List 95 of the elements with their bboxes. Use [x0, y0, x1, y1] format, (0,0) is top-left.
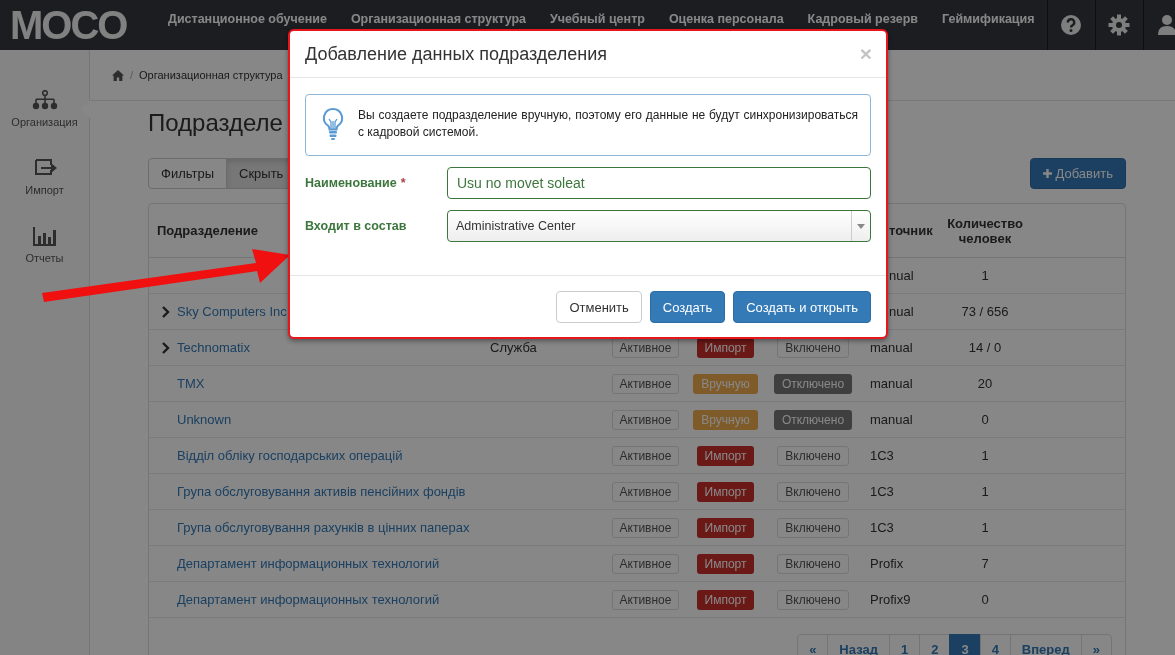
origin-badge: Импорт: [696, 589, 755, 610]
nav-item[interactable]: Геймификация: [930, 12, 1047, 27]
nav-item[interactable]: Учебный центр: [538, 12, 657, 27]
page-button[interactable]: «: [797, 634, 829, 655]
origin-badge: Вручную: [693, 409, 758, 430]
sync-badge: Отключено: [773, 409, 853, 430]
count-text: 1: [981, 520, 989, 535]
field-label: Входит в состав: [305, 219, 407, 233]
sync-badge: Включено: [777, 337, 849, 358]
help-icon[interactable]: [1060, 14, 1082, 36]
sync-badge: Включено: [777, 445, 849, 466]
source-text: manual: [870, 412, 913, 427]
import-icon: [32, 158, 57, 178]
department-link[interactable]: Департамент информационных технологий: [177, 592, 440, 607]
state-badge: Активное: [611, 517, 680, 538]
state-badge: Активное: [611, 445, 680, 466]
department-link[interactable]: Unknown: [177, 412, 232, 427]
source-text: Profix: [870, 556, 904, 571]
sidebar-item[interactable]: Организация: [0, 90, 89, 158]
parent-select[interactable]: Administrative Center: [447, 210, 871, 242]
state-badge: Активное: [611, 373, 680, 394]
sync-badge: Включено: [777, 589, 849, 610]
department-link[interactable]: TMX: [177, 376, 205, 391]
state-badge: Активное: [611, 553, 680, 574]
chart-icon: [32, 226, 57, 246]
org-chart-icon: [31, 90, 58, 110]
origin-badge: Вручную: [693, 373, 758, 394]
department-link[interactable]: Департамент информационных технологий: [177, 556, 440, 571]
modal-title: Добавление данных подразделения: [305, 43, 608, 65]
home-icon[interactable]: [112, 69, 124, 81]
type-text: Служба: [490, 340, 537, 355]
sync-badge: Включено: [777, 481, 849, 502]
department-link[interactable]: Technomatix: [177, 340, 250, 355]
sync-badge: Отключено: [773, 373, 853, 394]
count-text: 1: [981, 268, 989, 283]
source-text: 1C3: [870, 484, 894, 499]
page-button[interactable]: 3: [949, 634, 981, 655]
count-text: 7: [981, 556, 989, 571]
settings-icon[interactable]: [1108, 14, 1130, 36]
state-badge: Активное: [611, 589, 680, 610]
user-icon[interactable]: [1157, 14, 1175, 36]
page-button[interactable]: 1: [888, 634, 921, 655]
department-link[interactable]: Група обслуговування активів пенсійних фондів: [177, 484, 466, 499]
page-button[interactable]: 2: [919, 634, 951, 655]
nav-item[interactable]: Дистанционное обучение: [156, 12, 339, 27]
origin-badge: Импорт: [696, 517, 755, 538]
lightbulb-icon: [322, 107, 344, 141]
origin-badge: Импорт: [696, 445, 755, 466]
page-button[interactable]: »: [1080, 634, 1112, 655]
origin-badge: Импорт: [696, 337, 755, 358]
count-text: 1: [981, 484, 989, 499]
department-link[interactable]: Відділ обліку господарських операцій: [177, 448, 403, 463]
source-text: 1C3: [870, 520, 894, 535]
source-text: nual: [889, 304, 914, 319]
plus-icon: [1042, 169, 1052, 178]
count-text: 0: [981, 412, 989, 427]
state-badge: Активное: [611, 337, 680, 358]
origin-badge: Импорт: [696, 481, 755, 502]
cancel-button[interactable]: Отменить: [556, 291, 642, 323]
sync-badge: Включено: [777, 553, 849, 574]
sidebar-item[interactable]: Импорт: [0, 158, 89, 226]
nav-item[interactable]: Организационная структура: [338, 12, 538, 27]
department-link[interactable]: Група обслуговування рахунків в цінних паперах: [177, 520, 470, 535]
source-text: nual: [889, 268, 914, 283]
nav-item[interactable]: Кадровый резерв: [795, 12, 930, 27]
state-badge: Активное: [611, 481, 680, 502]
count-text: 14 / 0: [968, 340, 1002, 355]
department-link[interactable]: Sky Computers Inc: [177, 304, 287, 319]
origin-badge: Импорт: [696, 553, 755, 574]
source-text: manual: [870, 340, 913, 355]
submit-button[interactable]: Создать: [649, 291, 726, 323]
source-text: 1C3: [870, 448, 894, 463]
breadcrumb-separator: /: [130, 69, 134, 81]
count-text: 20: [977, 376, 993, 391]
name-input[interactable]: Usu no movet soleat: [447, 167, 871, 199]
source-text: Profix9: [870, 592, 911, 607]
caret-icon: [857, 223, 865, 229]
logo[interactable]: MOCO: [0, 0, 156, 50]
required-mark: *: [400, 176, 406, 190]
nav-item[interactable]: Оценка персонала: [656, 12, 796, 27]
count-text: 1: [981, 448, 989, 463]
count-text: 0: [981, 592, 989, 607]
submit-button[interactable]: Создать и открыть: [733, 291, 871, 323]
source-text: manual: [870, 376, 913, 391]
field-label: Наименование: [305, 176, 397, 190]
toggle-button[interactable]: Фильтры: [148, 158, 227, 189]
column-header[interactable]: Количество человек: [940, 204, 1030, 258]
state-badge: Активное: [611, 409, 680, 430]
page-title: Подразделе: [148, 109, 283, 137]
count-text: 73 / 656: [961, 304, 1009, 319]
info-text: Вы создаете подразделение вручную, поэтому его данные не будут синхронизироваться с кадровой системой.: [358, 107, 858, 141]
breadcrumb-link[interactable]: Организационная структура: [139, 69, 283, 81]
add-button[interactable]: Добавить: [1029, 158, 1126, 189]
sync-badge: Включено: [777, 517, 849, 538]
page-button[interactable]: 4: [979, 634, 1011, 655]
